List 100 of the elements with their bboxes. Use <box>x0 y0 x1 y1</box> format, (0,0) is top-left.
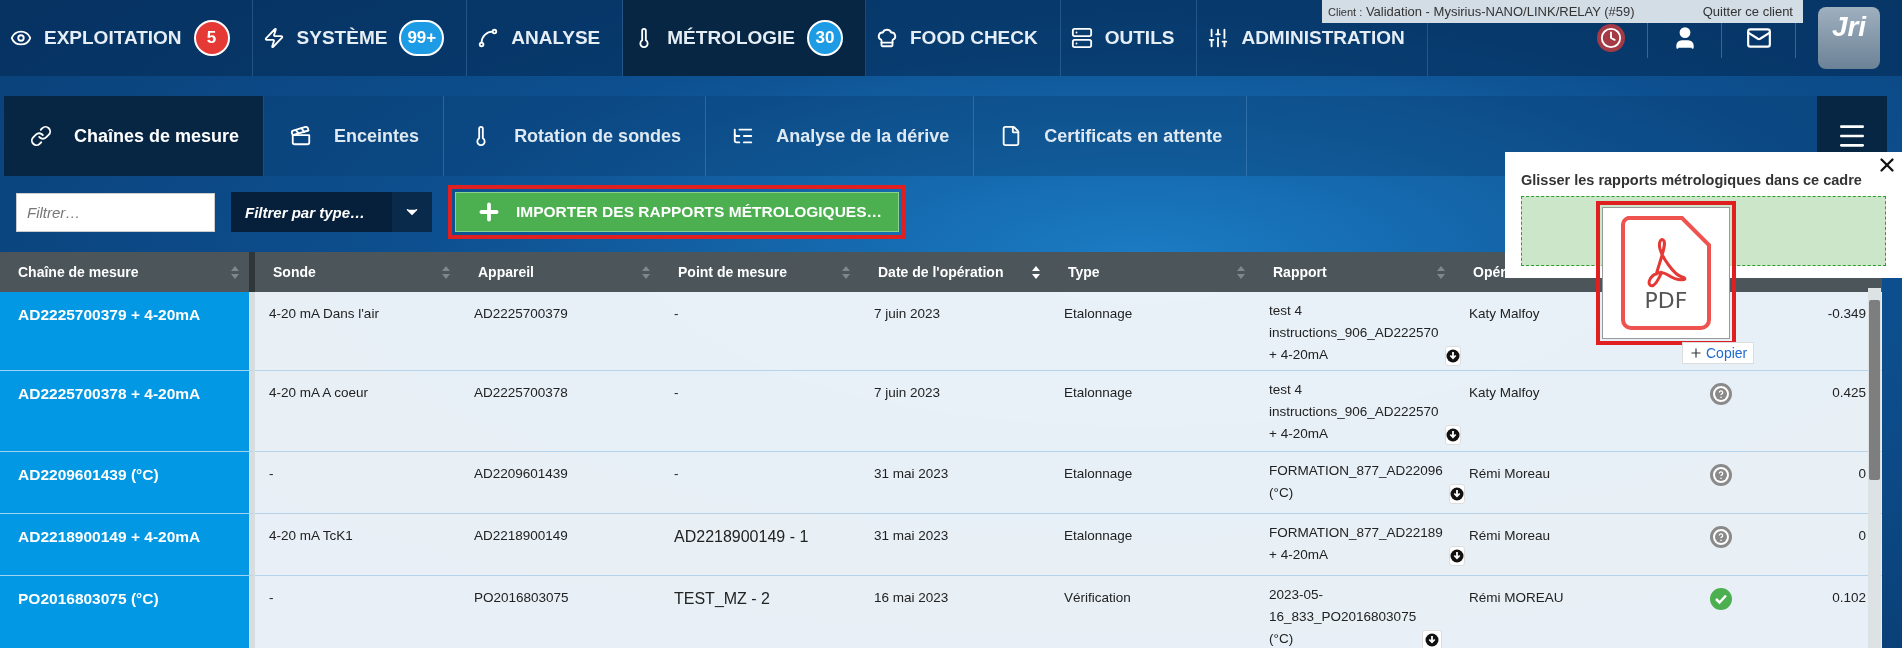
tab-label: Chaînes de mesure <box>74 125 240 147</box>
report-name: test 4 instructions_906_AD222570 + 4-20mA <box>1269 302 1439 364</box>
operator-text: Rémi Moreau <box>1469 528 1551 543</box>
date-text: 31 mai 2023 <box>874 466 949 481</box>
operator-text: Rémi MOREAU <box>1469 590 1564 605</box>
column-label: Sonde <box>273 264 316 280</box>
date-text: 16 mai 2023 <box>874 590 949 605</box>
clapperboard-icon <box>290 125 313 147</box>
tab-label: Analyse de la dérive <box>776 125 950 147</box>
column-header[interactable]: Point de mesure <box>660 252 860 292</box>
nav-tab[interactable]: SYSTÈME 99+ <box>252 0 468 76</box>
tab-label: Enceintes <box>334 125 420 147</box>
operator-text: Katy Malfoy <box>1469 306 1540 321</box>
device-text: AD2225700378 <box>474 385 568 400</box>
value-text: 0 <box>1857 465 1866 483</box>
mail-icon[interactable] <box>1745 25 1772 51</box>
probe-text: 4-20 mA TcK1 <box>269 528 353 543</box>
document-icon <box>1620 215 1712 331</box>
pdf-label: PDF <box>1643 288 1689 313</box>
count-badge: 30 <box>807 20 843 56</box>
sub-tab[interactable]: Chaînes de mesure <box>4 96 265 176</box>
chef-hat-icon <box>876 27 898 49</box>
column-label: Date de l'opération <box>878 264 1004 280</box>
point-text: - <box>674 466 679 481</box>
sort-icon[interactable] <box>1032 265 1040 279</box>
probe-text: - <box>269 590 274 605</box>
panel-title: Glisser les rapports métrologiques dans ce cadre <box>1521 172 1863 188</box>
download-icon[interactable] <box>1444 346 1461 366</box>
nav-tab[interactable]: MÉTROLOGIE 30 <box>623 0 866 76</box>
value-text: 0.102 <box>1831 589 1866 607</box>
column-header[interactable]: Type <box>1050 252 1255 292</box>
column-label: Rapport <box>1273 264 1327 280</box>
operator-text: Rémi Moreau <box>1469 466 1551 481</box>
nav-label: ANALYSE <box>511 27 601 49</box>
value-text: 0.425 <box>1831 384 1866 402</box>
nav-label: MÉTROLOGIE <box>667 27 795 49</box>
nav-label: EXPLOITATION <box>44 27 182 49</box>
scrollbar-thumb[interactable] <box>1869 300 1880 480</box>
device-text: PO2016803075 <box>474 590 569 605</box>
value-text: -0.349 <box>1826 305 1866 323</box>
nav-label: SYSTÈME <box>296 27 388 49</box>
sub-tab[interactable]: Analyse de la dérive <box>706 96 975 176</box>
type-select[interactable]: Filtrer par type… <box>231 192 432 232</box>
probe-text: 4-20 mA Dans l'air <box>269 306 379 321</box>
sliders-icon <box>1207 27 1230 49</box>
count-badge: 99+ <box>399 20 445 56</box>
clock-icon[interactable] <box>1596 24 1625 52</box>
report-name: FORMATION_877_AD22189 + 4-20mA <box>1269 524 1443 564</box>
date-text: 7 juin 2023 <box>874 306 941 321</box>
operator-text: Katy Malfoy <box>1469 385 1540 400</box>
value-text: 0 <box>1857 527 1866 545</box>
type-text: Vérification <box>1064 590 1131 605</box>
column-header[interactable]: Sonde <box>255 252 460 292</box>
type-text: Etalonnage <box>1064 466 1133 481</box>
type-text: Etalonnage <box>1064 385 1133 400</box>
type-text: Etalonnage <box>1064 528 1133 543</box>
report-name: FORMATION_877_AD22096 (°C) <box>1269 462 1443 502</box>
column-label: Point de mesure <box>678 264 787 280</box>
column-header[interactable]: Rapport <box>1255 252 1455 292</box>
filter-field[interactable]: Filtrer… <box>16 192 215 232</box>
nav-tab[interactable]: EXPLOITATION 5 <box>0 0 253 76</box>
probe-text: - <box>269 466 274 481</box>
sub-tab[interactable]: Rotation de sondes <box>444 96 707 176</box>
point-text: TEST_MZ - 2 <box>674 590 770 607</box>
download-icon[interactable] <box>1448 546 1465 566</box>
point-text: AD2218900149 - 1 <box>674 528 809 545</box>
count-badge: 5 <box>193 20 230 56</box>
nav-label: ADMINISTRATION <box>1241 27 1405 49</box>
point-text: - <box>674 385 679 400</box>
download-icon[interactable] <box>1444 425 1461 445</box>
report-name: test 4 instructions_906_AD222570 + 4-20mA <box>1269 381 1439 443</box>
tab-label: Certificats en attente <box>1044 125 1223 147</box>
pdf-file-card[interactable]: PDF <box>1602 207 1730 339</box>
nav-label: OUTILS <box>1104 27 1175 49</box>
server-icon <box>1070 27 1093 49</box>
device-text: AD2218900149 <box>474 528 568 543</box>
device-text: AD2225700379 <box>474 306 568 321</box>
nav-tab[interactable]: FOOD CHECK <box>866 0 1061 76</box>
date-text: 31 mai 2023 <box>874 528 949 543</box>
tooltip-text: Copier <box>1706 345 1748 361</box>
device-text: AD2209601439 <box>474 466 568 481</box>
column-label: Chaîne de mesure <box>18 264 139 280</box>
download-icon[interactable] <box>1422 630 1443 648</box>
column-label: Opér <box>1473 264 1506 280</box>
nav-tab[interactable]: OUTILS <box>1060 0 1198 76</box>
nav-label: FOOD CHECK <box>910 27 1038 49</box>
sub-tab[interactable]: Certificats en attente <box>974 96 1248 176</box>
download-icon[interactable] <box>1448 484 1465 504</box>
column-label: Type <box>1068 264 1100 280</box>
probe-text: 4-20 mA A coeur <box>269 385 369 400</box>
tab-label: Rotation de sondes <box>514 125 682 147</box>
column-header[interactable]: Date de l'opération <box>860 252 1050 292</box>
date-text: 7 juin 2023 <box>874 385 941 400</box>
plus-icon <box>1689 346 1703 360</box>
lightning-icon <box>262 27 285 49</box>
quit-client-link[interactable]: Quitter ce client <box>1702 4 1793 19</box>
report-name: 2023-05- 16_833_PO2016803075 (°C) <box>1269 586 1417 648</box>
column-label: Appareil <box>478 264 534 280</box>
sub-tab[interactable]: Enceintes <box>264 96 445 176</box>
column-header[interactable]: Appareil <box>460 252 660 292</box>
